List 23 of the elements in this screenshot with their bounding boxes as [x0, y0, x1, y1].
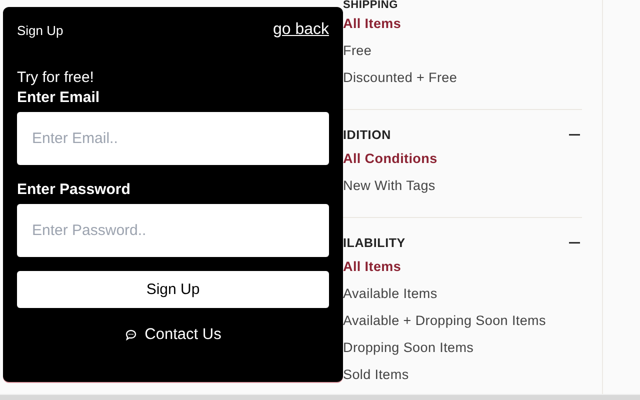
filter-option[interactable]: All Items	[343, 259, 402, 274]
filter-heading: SHIPPING	[343, 0, 398, 10]
email-field[interactable]: Enter Email..	[17, 112, 329, 165]
filter-option[interactable]: All Items	[343, 16, 402, 31]
filter-option[interactable]: Free	[343, 43, 372, 58]
password-field[interactable]: Enter Password..	[17, 204, 329, 257]
filter-heading: ILABILITY	[343, 236, 406, 250]
field-label: Enter Email	[17, 89, 101, 106]
sign-up-button[interactable]: Sign Up	[17, 271, 329, 308]
filter-heading: IDITION	[343, 128, 391, 142]
field-label: Enter Password	[17, 181, 132, 198]
filter-option[interactable]: Discounted + Free	[343, 70, 458, 85]
contact-us-link[interactable]: Contact Us	[124, 326, 222, 344]
filter-option[interactable]: Available + Dropping Soon Items	[343, 313, 546, 328]
filter-option[interactable]: Dropping Soon Items	[343, 340, 474, 355]
tagline: Try for free!	[17, 69, 95, 86]
filter-option[interactable]: Sold Items	[343, 367, 409, 382]
filter-option[interactable]: New With Tags	[343, 178, 436, 193]
chat-bubble-icon	[124, 329, 137, 341]
filter-option[interactable]: All Conditions	[343, 151, 438, 166]
dialog-title: Sign Up	[17, 22, 64, 38]
go-back-link[interactable]: go back	[272, 21, 329, 39]
filter-option[interactable]: Available Items	[343, 286, 438, 301]
